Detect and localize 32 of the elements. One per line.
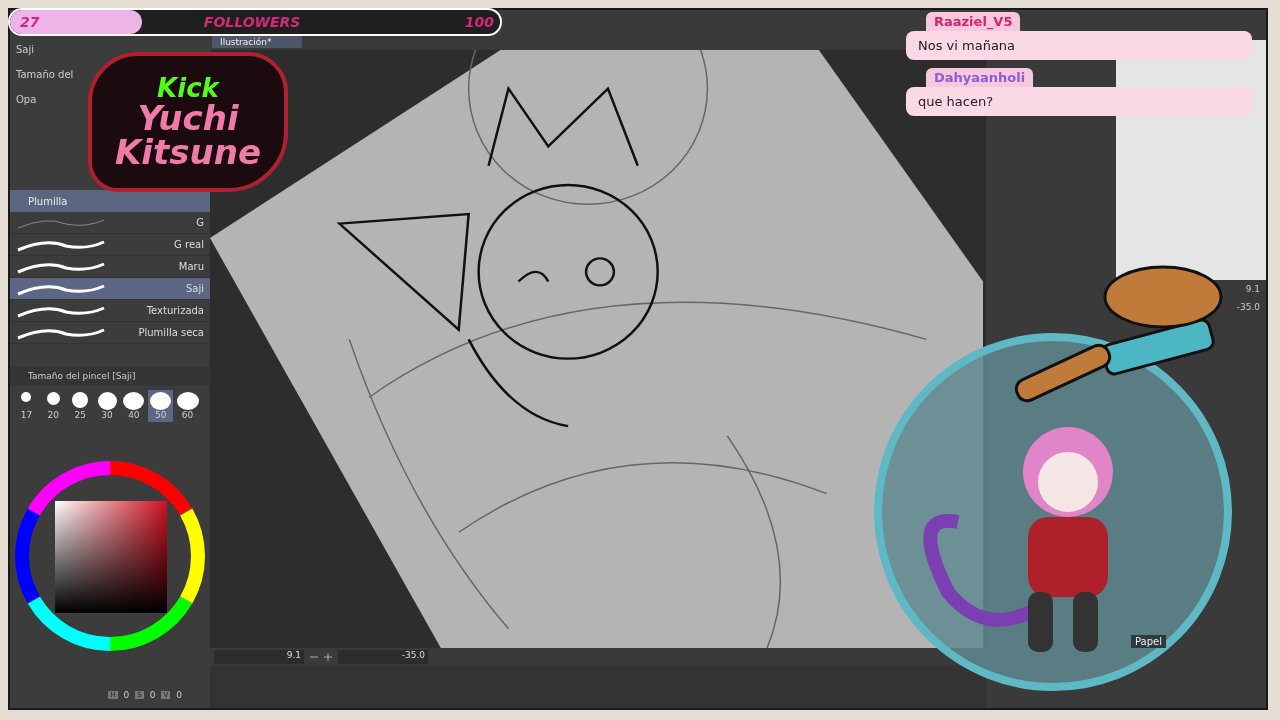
panel-title: Tamaño del pincel [Saji]	[10, 366, 210, 386]
brush-size-option[interactable]: 50	[148, 390, 174, 422]
panel-label: Tamaño del	[16, 69, 75, 80]
goal-label: FOLLOWERS	[203, 14, 301, 30]
zoom-out-icon[interactable]	[310, 653, 318, 661]
channel-value: 0	[149, 690, 156, 700]
rotation-field[interactable]: -35.0	[338, 650, 428, 664]
chat-username: Dahyaanholi	[926, 68, 1034, 87]
color-wheel[interactable]	[15, 461, 205, 651]
chat-message: Nos vi mañana	[906, 31, 1252, 60]
document-tab[interactable]: Ilustración*	[212, 36, 302, 48]
brush-size-option[interactable]: 30	[94, 390, 120, 422]
brush-size-option[interactable]: 40	[121, 390, 147, 422]
brush-item[interactable]: Saji	[10, 278, 210, 300]
zoom-field[interactable]: 9.1	[214, 650, 304, 664]
channel-value: 0	[123, 690, 130, 700]
rotation-value: -35.0	[1235, 301, 1261, 314]
brush-size-option[interactable]: 25	[67, 390, 93, 422]
goal-target: 100	[464, 14, 494, 30]
chat-username: Raaziel_V5	[926, 12, 1021, 31]
zoom-in-icon[interactable]	[324, 653, 332, 661]
layer-name[interactable]: Papel	[1131, 635, 1166, 648]
brush-size-option[interactable]: 17	[14, 390, 39, 422]
zoom-value: 9.1	[1244, 283, 1261, 296]
panel-label: Saji	[16, 44, 36, 55]
goal-current: 27	[20, 14, 40, 30]
panel-label: Opa	[16, 94, 38, 105]
chat-message: que hacen?	[906, 87, 1252, 116]
brush-size-option[interactable]: 20	[40, 390, 66, 422]
channel-value: 0	[176, 690, 182, 700]
brush-group-tab[interactable]: Plumilla	[10, 190, 210, 212]
logo: Kick Yuchi Kitsune	[88, 52, 288, 192]
